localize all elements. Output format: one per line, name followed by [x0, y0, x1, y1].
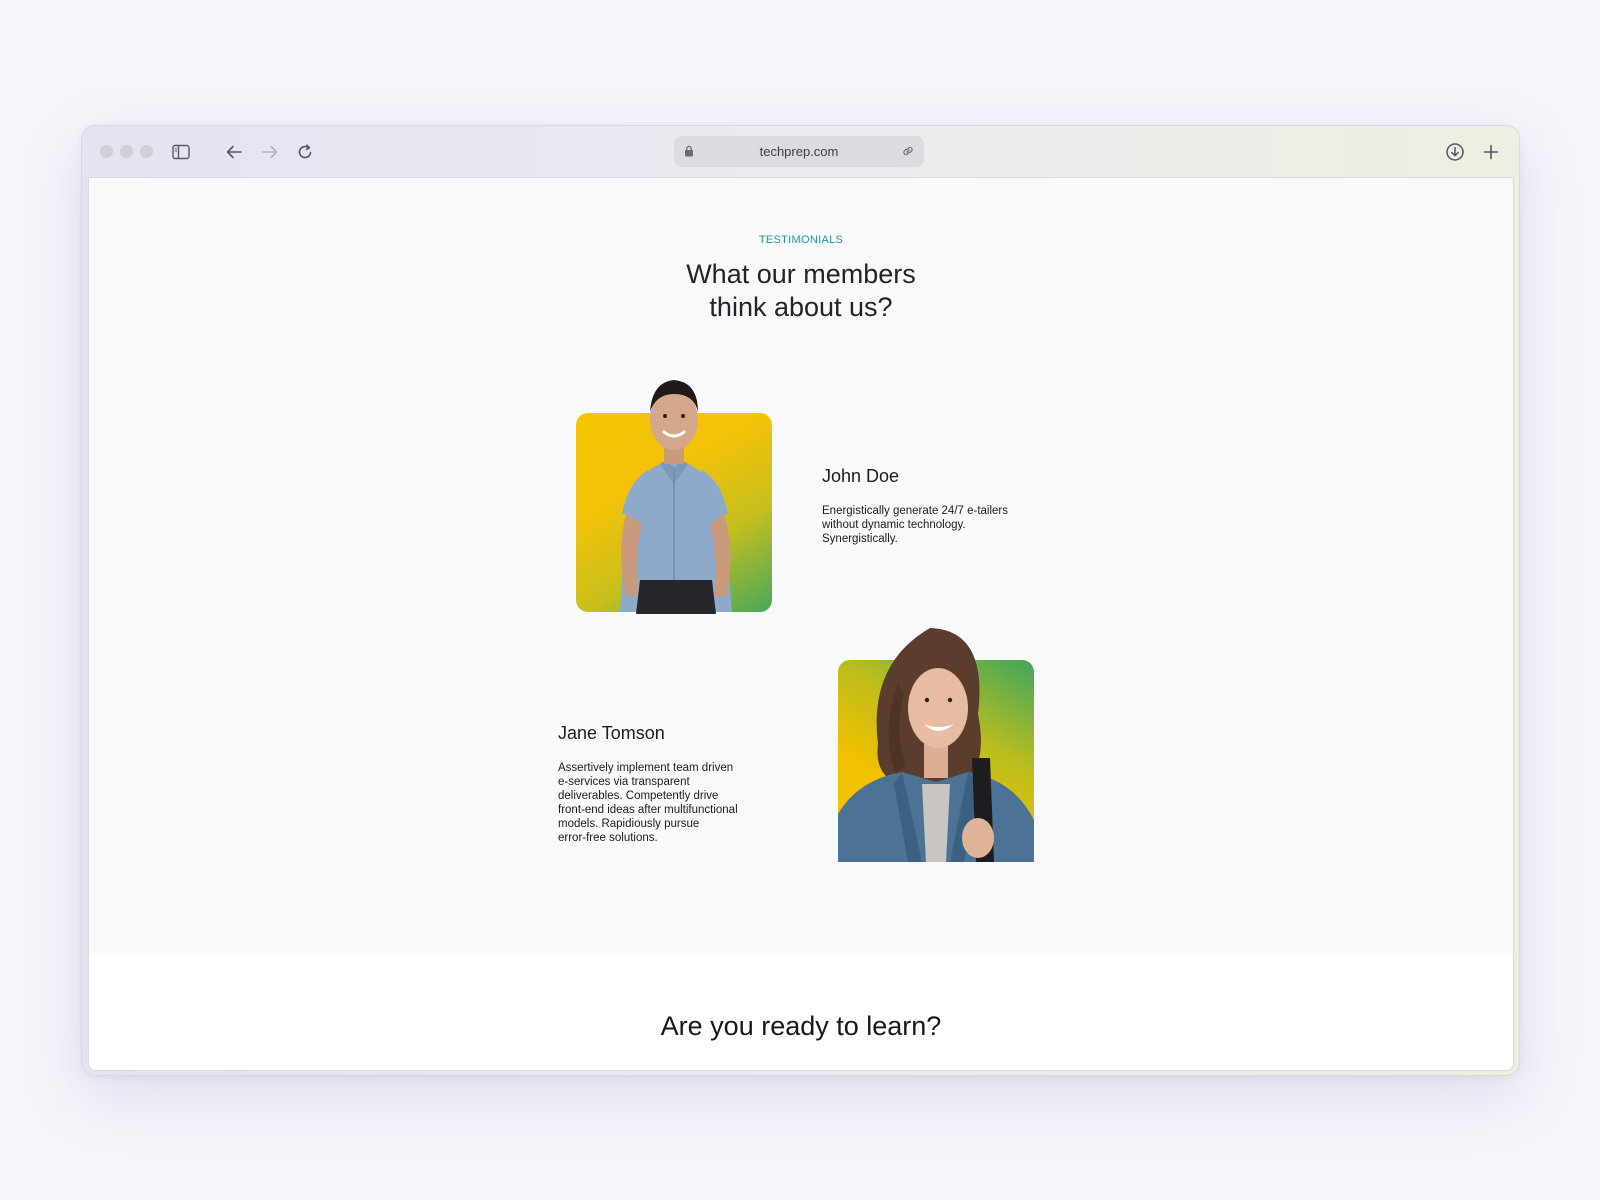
quote-line: front-end ideas after multifunctional [558, 804, 738, 816]
quote-line: Synergistically. [822, 533, 898, 545]
testimonial-quote: Energistically generate 24/7 e-tailers w… [822, 504, 1052, 546]
plus-icon[interactable] [1478, 139, 1504, 165]
cta-section: Are you ready to learn? [89, 955, 1513, 1070]
lock-icon [684, 145, 694, 160]
quote-line: Assertively implement team driven [558, 762, 734, 774]
section-heading: What our members think about us? [601, 258, 1001, 324]
sidebar-icon[interactable] [168, 139, 194, 165]
quote-line: deliverables. Competently drive [558, 790, 719, 802]
link-icon[interactable] [901, 144, 915, 161]
woman-portrait-image [838, 628, 1034, 862]
minimize-window-button[interactable] [120, 145, 133, 158]
man-portrait-image [620, 380, 732, 614]
arrow-right-icon[interactable] [257, 139, 283, 165]
jane-tomson-photo [838, 624, 1034, 862]
browser-toolbar: techprep.com [82, 126, 1519, 178]
quote-line: without dynamic technology. [822, 519, 966, 531]
page-content: TESTIMONIALS What our members think abou… [88, 177, 1514, 1071]
testimonial-quote: Assertively implement team driven e-serv… [558, 761, 788, 845]
heading-line-2: think about us? [709, 292, 893, 322]
john-doe-photo [576, 364, 772, 614]
cta-title: Are you ready to learn? [660, 1011, 942, 1041]
quote-line: e-services via transparent [558, 776, 690, 788]
url-text: techprep.com [759, 144, 839, 159]
quote-line: Energistically generate 24/7 e-tailers [822, 505, 1009, 517]
reload-icon[interactable] [292, 139, 318, 165]
download-icon[interactable] [1442, 139, 1468, 165]
section-eyebrow: TESTIMONIALS [758, 234, 844, 246]
browser-window: techprep.com TESTIMONIALS What our membe… [81, 125, 1520, 1076]
quote-line: models. Rapidiously pursue [558, 818, 700, 830]
zoom-window-button[interactable] [140, 145, 153, 158]
address-bar[interactable]: techprep.com [674, 136, 924, 167]
testimonial-name: John Doe [822, 466, 900, 486]
testimonial-name: Jane Tomson [558, 723, 665, 743]
close-window-button[interactable] [100, 145, 113, 158]
arrow-left-icon[interactable] [221, 139, 247, 165]
heading-line-1: What our members [686, 259, 916, 289]
quote-line: error-free solutions. [558, 832, 658, 844]
